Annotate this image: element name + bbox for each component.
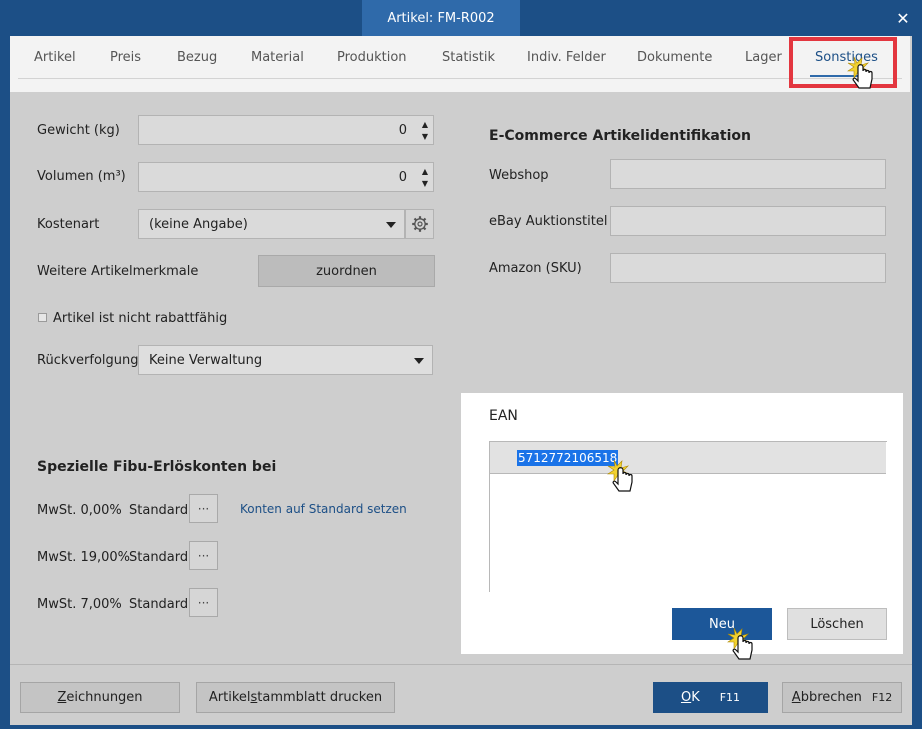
webshop-label: Webshop <box>489 168 549 183</box>
highlight-frame <box>789 37 897 88</box>
chevron-down-icon <box>414 358 424 364</box>
tab-material[interactable]: Material <box>251 50 304 65</box>
fibu-row-label: MwSt. 0,00% <box>37 503 122 518</box>
fibu-row-edit-button[interactable]: ··· <box>189 588 218 617</box>
cancel-shortcut: F12 <box>871 691 893 704</box>
footer-divider <box>10 664 912 665</box>
cancel-label: Abbrechen <box>791 690 862 705</box>
volume-stepper[interactable]: 0 ▲ ▼ <box>138 162 434 192</box>
cancel-button[interactable]: Abbrechen F12 <box>782 682 902 713</box>
cost-type-label: Kostenart <box>37 217 100 232</box>
weight-label: Gewicht (kg) <box>37 123 120 138</box>
tab-lager[interactable]: Lager <box>745 50 782 65</box>
fibu-row-value: Standard <box>129 597 189 612</box>
fibu-row-label: MwSt. 19,00% <box>37 550 131 565</box>
print-label: Artikelstammblatt drucken <box>208 690 383 705</box>
cost-type-settings-button[interactable] <box>405 209 434 239</box>
fibu-row-edit-button[interactable]: ··· <box>189 494 218 523</box>
weight-stepper[interactable]: 0 ▲ ▼ <box>138 115 434 145</box>
tab-preis[interactable]: Preis <box>110 50 141 65</box>
window-title: Artikel: FM-R002 <box>362 0 520 36</box>
fibu-row-value: Standard <box>129 550 189 565</box>
tab-bezug[interactable]: Bezug <box>177 50 217 65</box>
chevron-down-icon <box>386 222 396 228</box>
frame-left <box>0 36 10 729</box>
volume-label: Volumen (m³) <box>37 169 126 184</box>
fibu-row-label: MwSt. 7,00% <box>37 597 122 612</box>
webshop-field[interactable] <box>610 159 886 189</box>
ean-heading: EAN <box>489 408 518 424</box>
assign-features-button[interactable]: zuordnen <box>258 255 435 287</box>
tab-dokumente[interactable]: Dokumente <box>637 50 712 65</box>
fibu-row-value: Standard <box>129 503 189 518</box>
weight-value: 0 <box>398 123 407 138</box>
frame-bottom <box>0 725 922 729</box>
spin-up-icon[interactable]: ▲ <box>422 121 428 129</box>
tracking-select[interactable]: Keine Verwaltung <box>138 345 433 375</box>
tab-artikel[interactable]: Artikel <box>34 50 76 65</box>
ean-value-input[interactable]: 5712772106518 <box>517 450 619 466</box>
ecommerce-heading: E-Commerce Artikelidentifikation <box>489 128 751 144</box>
cost-type-value: (keine Angabe) <box>149 217 248 232</box>
drawings-label: Zeichnungen <box>57 690 143 705</box>
ok-button[interactable]: OK F11 <box>653 682 768 713</box>
cost-type-select[interactable]: (keine Angabe) <box>138 209 405 239</box>
fibu-row-edit-button[interactable]: ··· <box>189 541 218 570</box>
no-discount-label: Artikel ist nicht rabattfähig <box>53 311 228 326</box>
close-button[interactable]: ✕ <box>884 0 922 36</box>
hand-cursor-icon <box>607 459 633 492</box>
tab-indiv-felder[interactable]: Indiv. Felder <box>527 50 606 65</box>
no-discount-checkbox[interactable] <box>38 313 47 322</box>
drawings-button[interactable]: Zeichnungen <box>20 682 180 713</box>
delete-ean-button[interactable]: Löschen <box>787 608 887 640</box>
amazon-field[interactable] <box>610 253 886 283</box>
fibu-heading: Spezielle Fibu-Erlöskonten bei <box>37 459 277 475</box>
spin-down-icon[interactable]: ▼ <box>422 180 428 188</box>
hand-cursor-icon <box>727 627 753 660</box>
volume-value: 0 <box>398 170 407 185</box>
tab-statistik[interactable]: Statistik <box>442 50 495 65</box>
spin-down-icon[interactable]: ▼ <box>422 133 428 141</box>
tab-produktion[interactable]: Produktion <box>337 50 407 65</box>
tracking-value: Keine Verwaltung <box>149 353 263 368</box>
tracking-label: Rückverfolgung <box>37 353 139 368</box>
spin-up-icon[interactable]: ▲ <box>422 168 428 176</box>
reset-accounts-link[interactable]: Konten auf Standard setzen <box>240 502 407 516</box>
ebay-field[interactable] <box>610 206 886 236</box>
tab-divider <box>18 78 902 79</box>
features-label: Weitere Artikelmerkmale <box>37 264 199 279</box>
ebay-label: eBay Auktionstitel <box>489 214 608 229</box>
ok-label: OK <box>680 690 700 705</box>
hand-cursor-icon <box>847 56 873 89</box>
gear-icon <box>411 216 428 232</box>
frame-right <box>912 36 922 729</box>
ok-shortcut: F11 <box>719 691 741 704</box>
amazon-label: Amazon (SKU) <box>489 261 582 276</box>
print-master-sheet-button[interactable]: Artikelstammblatt drucken <box>196 682 395 713</box>
